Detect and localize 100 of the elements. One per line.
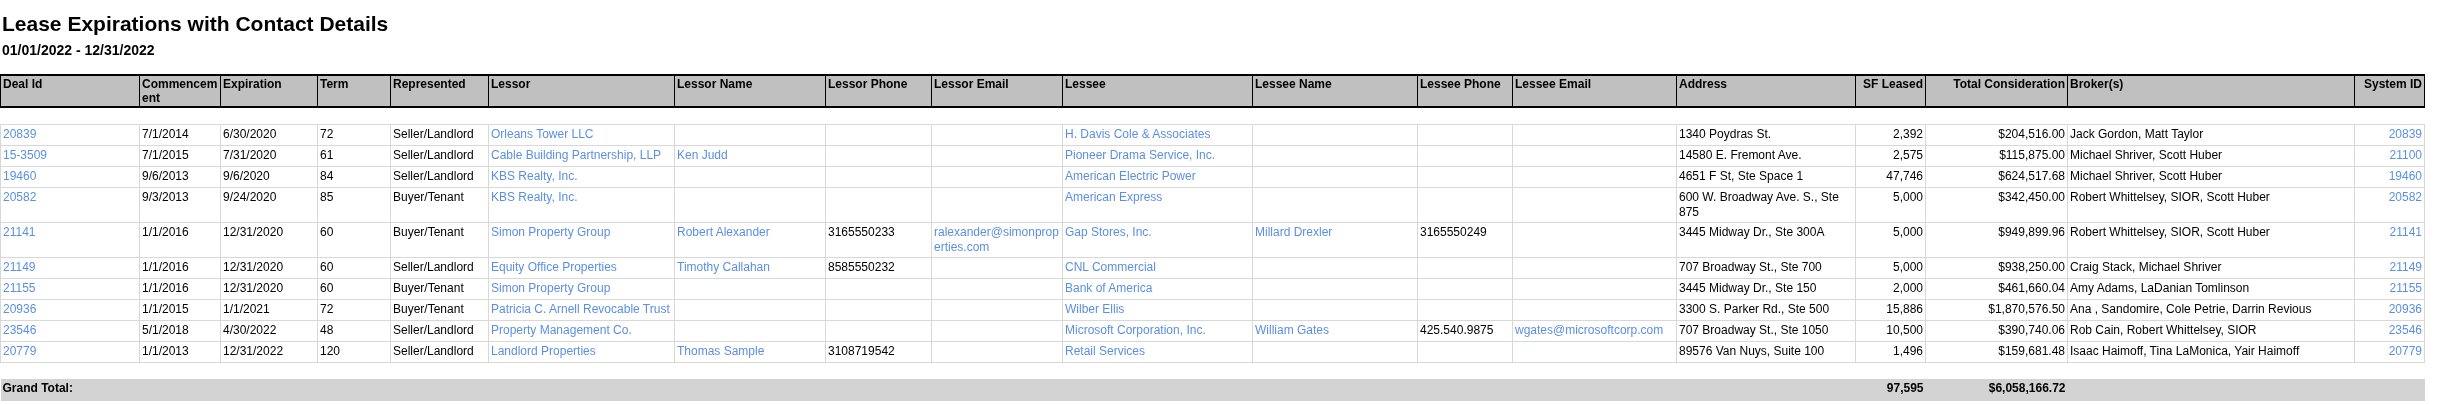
- table-cell: Seller/Landlord: [390, 341, 489, 363]
- table-cell: 1/1/2016: [139, 257, 221, 279]
- column-header: System ID: [2354, 75, 2425, 107]
- table-cell: 85: [317, 187, 391, 223]
- table-cell: Robert Whittelsey, SIOR, Scott Huber: [2067, 222, 2355, 258]
- table-cell: 72: [317, 299, 391, 321]
- column-header: Deal Id: [0, 75, 140, 107]
- column-header: Lessor Phone: [825, 75, 932, 107]
- column-header: Lessor Name: [674, 75, 826, 107]
- table-cell: Seller/Landlord: [390, 257, 489, 279]
- table-cell: 1,496: [1855, 341, 1926, 363]
- table-cell: Seller/Landlord: [390, 124, 489, 146]
- table-cell: Seller/Landlord: [390, 320, 489, 342]
- table-cell: 12/31/2020: [220, 222, 318, 258]
- table-cell: Rob Cain, Robert Whittelsey, SIOR: [2067, 320, 2355, 342]
- table-cell: $159,681.48: [1925, 341, 2068, 363]
- report-title: Lease Expirations with Contact Details: [2, 12, 389, 36]
- total-cell: Grand Total:: [0, 379, 140, 401]
- column-header: Broker(s): [2067, 75, 2355, 107]
- column-header: Lessee Phone: [1417, 75, 1513, 107]
- table-cell: 48: [317, 320, 391, 342]
- table-cell: 6/30/2020: [220, 124, 318, 146]
- table-cell: 12/31/2020: [220, 257, 318, 279]
- table-cell: Ana , Sandomire, Cole Petrie, Darrin Revious: [2067, 299, 2355, 321]
- total-cell: $6,058,166.72: [1925, 379, 2068, 401]
- table-cell: Michael Shriver, Scott Huber: [2067, 145, 2355, 167]
- table-cell: 15,886: [1855, 299, 1926, 321]
- table-cell: Buyer/Tenant: [390, 187, 489, 223]
- table-cell: 47,746: [1855, 166, 1926, 188]
- table-cell: 10,500: [1855, 320, 1926, 342]
- table-cell: 3300 S. Parker Rd., Ste 500: [1676, 299, 1856, 321]
- table-cell: 8585550232: [825, 257, 932, 279]
- table-cell: 1/1/2015: [139, 299, 221, 321]
- table-cell: Michael Shriver, Scott Huber: [2067, 166, 2355, 188]
- table-cell: 89576 Van Nuys, Suite 100: [1676, 341, 1856, 363]
- table-cell: 9/3/2013: [139, 187, 221, 223]
- table-cell: Seller/Landlord: [390, 166, 489, 188]
- table-cell: 12/31/2022: [220, 341, 318, 363]
- table-cell: 3165550249: [1417, 222, 1513, 258]
- column-header: Lessee: [1062, 75, 1253, 107]
- table-cell: 425.540.9875: [1417, 320, 1513, 342]
- table-cell: 5,000: [1855, 257, 1926, 279]
- table-cell: 4/30/2022: [220, 320, 318, 342]
- table-cell: 7/1/2015: [139, 145, 221, 167]
- table-cell: 60: [317, 278, 391, 300]
- table-cell: $390,740.06: [1925, 320, 2068, 342]
- table-cell: 9/24/2020: [220, 187, 318, 223]
- table-cell: 3445 Midway Dr., Ste 150: [1676, 278, 1856, 300]
- table-cell: $342,450.00: [1925, 187, 2068, 223]
- date-range: 01/01/2022 - 12/31/2022: [2, 42, 155, 58]
- table-cell: 2,575: [1855, 145, 1926, 167]
- column-header: Total Consideration: [1925, 75, 2068, 107]
- column-header: Term: [317, 75, 391, 107]
- column-header: Expiration: [220, 75, 318, 107]
- table-cell: 14580 E. Fremont Ave.: [1676, 145, 1856, 167]
- table-cell: 9/6/2020: [220, 166, 318, 188]
- table-cell: $1,870,576.50: [1925, 299, 2068, 321]
- table-cell: 2,000: [1855, 278, 1926, 300]
- table-cell: 120: [317, 341, 391, 363]
- table-cell: 84: [317, 166, 391, 188]
- table-cell: Seller/Landlord: [390, 145, 489, 167]
- table-cell: 5,000: [1855, 187, 1926, 223]
- table-cell: 1/1/2021: [220, 299, 318, 321]
- column-header: Lessor: [488, 75, 675, 107]
- table-cell: $949,899.96: [1925, 222, 2068, 258]
- table-cell: 9/6/2013: [139, 166, 221, 188]
- column-header: Lessee Name: [1252, 75, 1418, 107]
- table-cell: 7/31/2020: [220, 145, 318, 167]
- column-header: Commencement: [139, 75, 221, 107]
- table-cell: 3108719542: [825, 341, 932, 363]
- table-cell: Buyer/Tenant: [390, 299, 489, 321]
- table-cell: 1/1/2013: [139, 341, 221, 363]
- table-cell: $115,875.00: [1925, 145, 2068, 167]
- table-cell: 3445 Midway Dr., Ste 300A: [1676, 222, 1856, 258]
- table-cell: $624,517.68: [1925, 166, 2068, 188]
- table-cell: 5,000: [1855, 222, 1926, 258]
- table-cell: 707 Broadway St., Ste 700: [1676, 257, 1856, 279]
- table-cell: Isaac Haimoff, Tina LaMonica, Yair Haimoff: [2067, 341, 2355, 363]
- column-header: Lessor Email: [931, 75, 1063, 107]
- table-cell: 61: [317, 145, 391, 167]
- table-cell: $204,516.00: [1925, 124, 2068, 146]
- table-cell: 60: [317, 257, 391, 279]
- table-cell: 12/31/2020: [220, 278, 318, 300]
- column-header: Address: [1676, 75, 1856, 107]
- total-cell: 97,595: [1855, 379, 1926, 401]
- table-cell: Robert Whittelsey, SIOR, Scott Huber: [2067, 187, 2355, 223]
- table-cell: 1340 Poydras St.: [1676, 124, 1856, 146]
- table-cell: 5/1/2018: [139, 320, 221, 342]
- table-cell: Craig Stack, Michael Shriver: [2067, 257, 2355, 279]
- table-cell: 1/1/2016: [139, 278, 221, 300]
- table-cell: Buyer/Tenant: [390, 278, 489, 300]
- table-cell: Jack Gordon, Matt Taylor: [2067, 124, 2355, 146]
- table-cell: 707 Broadway St., Ste 1050: [1676, 320, 1856, 342]
- table-cell: 3165550233: [825, 222, 932, 258]
- table-cell: $461,660.04: [1925, 278, 2068, 300]
- table-cell: 1/1/2016: [139, 222, 221, 258]
- table-cell: $938,250.00: [1925, 257, 2068, 279]
- table-cell: 600 W. Broadway Ave. S., Ste 875: [1676, 187, 1856, 223]
- column-header: Represented: [390, 75, 489, 107]
- column-header: Lessee Email: [1512, 75, 1677, 107]
